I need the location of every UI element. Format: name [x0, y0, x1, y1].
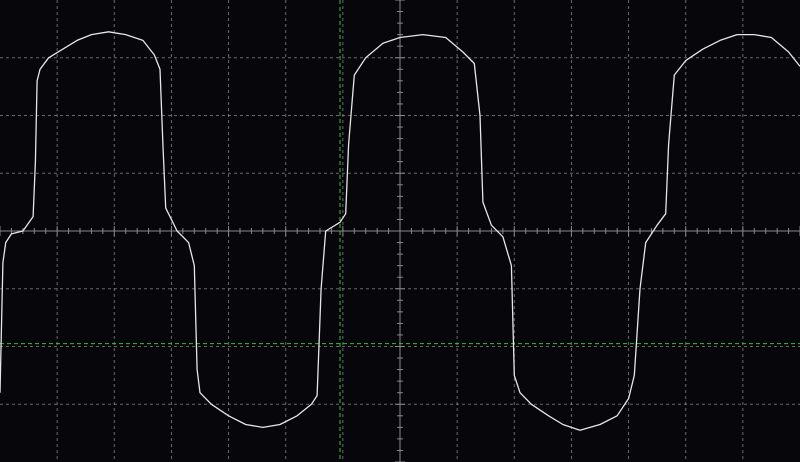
oscilloscope-screen [0, 0, 800, 462]
waveform-display [0, 0, 800, 462]
graticule [0, 0, 800, 462]
